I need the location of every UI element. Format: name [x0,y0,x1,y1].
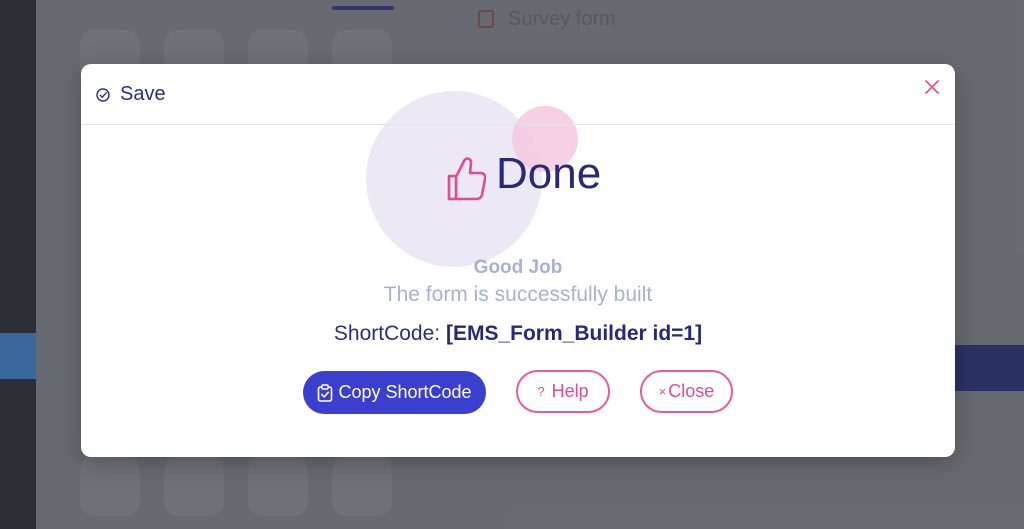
close-label: Close [668,381,715,401]
check-circle-icon [96,88,110,102]
dialog-header: Save [81,64,955,125]
copy-shortcode-label: Copy ShortCode [338,382,472,402]
close-button[interactable]: × Close [640,370,733,413]
success-message: The form is successfully built [383,283,653,306]
close-icon[interactable] [923,78,941,96]
shortcode-label: ShortCode: [333,322,441,345]
shortcode-value: [EMS_Form_Builder id=1] [445,322,703,345]
help-icon: ? [537,384,545,399]
copy-shortcode-button[interactable]: Copy ShortCode [303,371,486,414]
help-label: Help [551,381,589,401]
help-button[interactable]: ? Help [516,370,610,413]
dialog-title: Save [120,83,166,105]
status-title: Done [496,149,602,198]
shortcode-line: ShortCode: [EMS_Form_Builder id=1] [81,322,955,346]
clipboard-check-icon [317,383,333,402]
close-small-icon: × [658,384,667,399]
thumbs-up-icon [447,157,486,201]
success-heading: Good Job [473,257,563,278]
save-dialog: Save Done Good Job The form is successfu… [81,64,955,457]
